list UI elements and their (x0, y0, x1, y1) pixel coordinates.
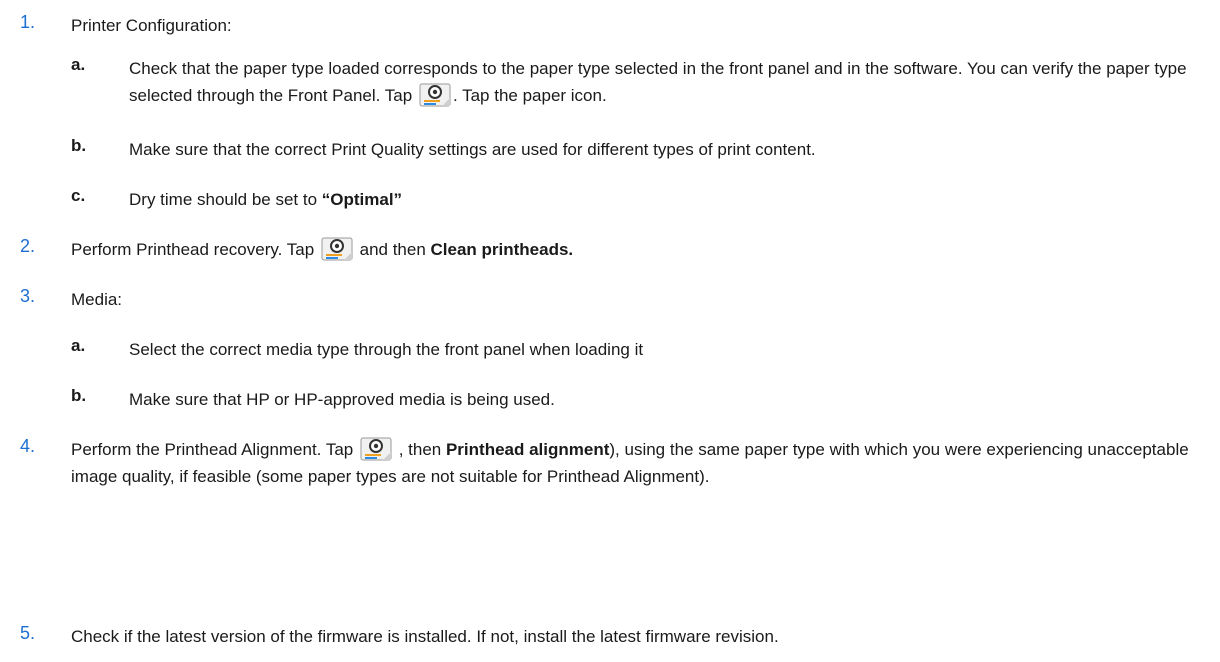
substep-text-part: Dry time should be set to (129, 190, 322, 209)
step-number: 4. (20, 436, 36, 456)
substep-letter: c. (71, 186, 86, 205)
step-number: 2. (20, 236, 36, 256)
step-text-part: Perform the Printhead Alignment. Tap (71, 440, 354, 459)
step-number: 5. (20, 623, 36, 643)
settings-icon (359, 436, 393, 462)
substep-text-part: Check that the paper type loaded corresp… (129, 59, 1187, 105)
step-text: Perform the Printhead Alignment. Tap , t… (71, 436, 1206, 490)
step-text: Printer Configuration: (71, 16, 232, 35)
substep-text: Make sure that HP or HP-approved media i… (129, 390, 555, 409)
substep-text: Select the correct media type through th… (129, 340, 644, 359)
settings-icon (320, 236, 354, 262)
substep-text: Make sure that the correct Print Quality… (129, 140, 816, 159)
step-text-part: and then (354, 240, 431, 259)
emphasis-text: “Optimal” (321, 190, 403, 209)
substep-letter: b. (71, 136, 87, 155)
step-number: 1. (20, 12, 36, 32)
settings-icon (418, 82, 452, 108)
emphasis-text: Clean printheads. (430, 240, 574, 259)
step-text-part: Perform Printhead recovery. Tap (71, 240, 315, 259)
step-text: Check if the latest version of the firmw… (71, 627, 779, 646)
substep-text: Check that the paper type loaded corresp… (129, 55, 1209, 109)
substep-text-part: . Tap the paper icon. (452, 86, 607, 105)
substep-text: Dry time should be set to “Optimal” (129, 186, 1209, 213)
step-text: Media: (71, 290, 123, 309)
step-text-part: , then (393, 440, 446, 459)
step-text: Perform Printhead recovery. Tap and then… (71, 236, 1206, 263)
substep-letter: b. (71, 386, 87, 405)
substep-letter: a. (71, 336, 86, 355)
step-number: 3. (20, 286, 36, 306)
substep-letter: a. (71, 55, 86, 74)
emphasis-text: Printhead alignment (445, 440, 610, 459)
